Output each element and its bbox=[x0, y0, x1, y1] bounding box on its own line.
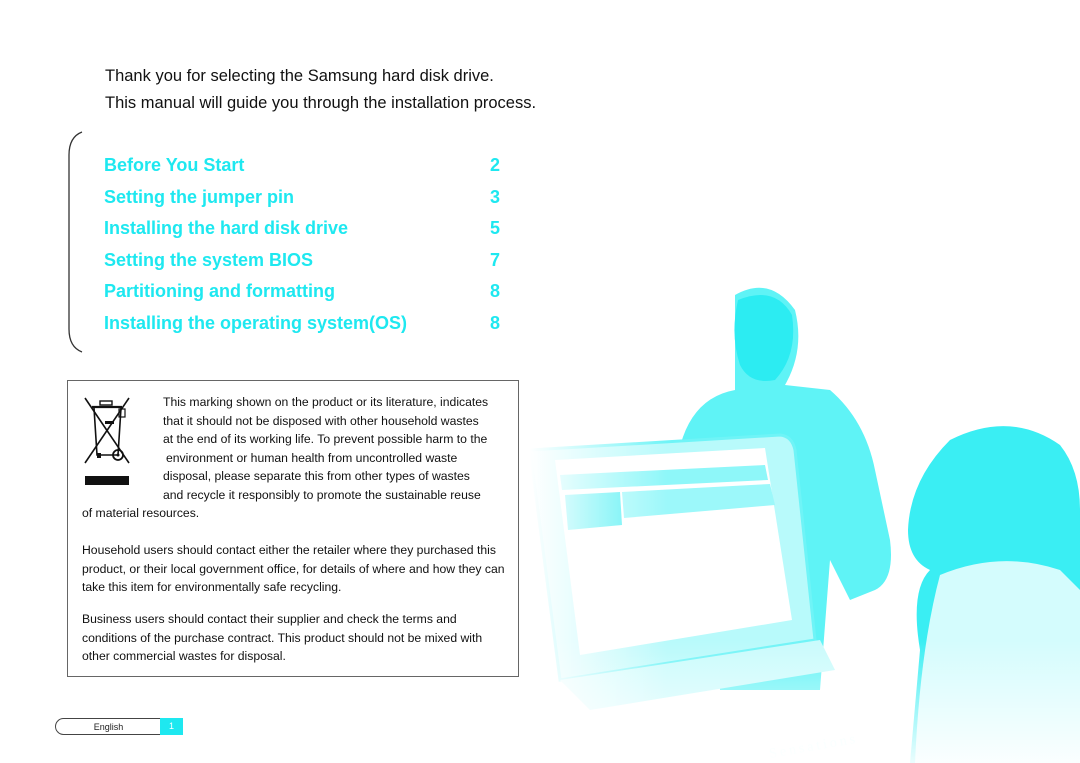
notice-line: disposal, please separate this from othe… bbox=[163, 469, 470, 483]
notice-line: environment or human health from uncontr… bbox=[166, 450, 458, 465]
intro-line-1: Thank you for selecting the Samsung hard… bbox=[105, 67, 494, 85]
notice-line: of material resources. bbox=[82, 506, 200, 520]
toc-item-title[interactable]: Partitioning and formatting bbox=[104, 281, 335, 302]
notice-paragraph-2: Household users should contact either th… bbox=[82, 543, 505, 594]
notice-line: and recycle it responsibly to promote th… bbox=[163, 487, 481, 502]
toc-bracket bbox=[68, 131, 83, 353]
toc-item[interactable]: Partitioning and formatting 8 bbox=[104, 281, 504, 313]
toc-item-title[interactable]: Setting the system BIOS bbox=[104, 250, 313, 271]
intro-line-2: This manual will guide you through the i… bbox=[105, 94, 537, 112]
toc-item-page: 7 bbox=[489, 249, 500, 270]
table-of-contents: Before You Start 2 Setting the jumper pi… bbox=[104, 155, 504, 344]
toc-item-page: 5 bbox=[489, 218, 500, 238]
toc-item-page: 3 bbox=[489, 186, 500, 207]
toc-item-title[interactable]: Installing the hard disk drive bbox=[104, 218, 348, 239]
notice-line: that it should not be disposed with othe… bbox=[163, 413, 479, 428]
notice-paragraph-1: This marking shown on the product or its… bbox=[82, 393, 510, 523]
footer-language-label: English bbox=[55, 718, 161, 735]
toc-item[interactable]: Before You Start 2 bbox=[104, 155, 504, 187]
toc-item[interactable]: Installing the hard disk drive 5 bbox=[104, 218, 504, 250]
toc-item-page: 8 bbox=[489, 281, 500, 301]
toc-item[interactable]: Setting the jumper pin 3 bbox=[104, 187, 504, 219]
toc-item-title[interactable]: Before You Start bbox=[104, 155, 244, 176]
notice-line: This marking shown on the product or its… bbox=[163, 395, 489, 409]
toc-item-page: 8 bbox=[489, 312, 500, 333]
toc-item[interactable]: Setting the system BIOS 7 bbox=[104, 250, 504, 282]
notice-paragraph-3: Business users should contact their supp… bbox=[82, 612, 483, 663]
toc-item-title[interactable]: Installing the operating system(OS) bbox=[104, 313, 407, 334]
weee-disposal-notice: This marking shown on the product or its… bbox=[67, 380, 519, 677]
toc-item[interactable]: Installing the operating system(OS) 8 bbox=[104, 313, 504, 345]
hero-photo: Sensations bbox=[530, 270, 1080, 763]
notice-line: at the end of its working life. To preve… bbox=[163, 432, 488, 446]
footer-page-number: 1 bbox=[160, 718, 183, 735]
toc-item-title[interactable]: Setting the jumper pin bbox=[104, 187, 294, 208]
toc-item-page: 2 bbox=[489, 155, 500, 175]
